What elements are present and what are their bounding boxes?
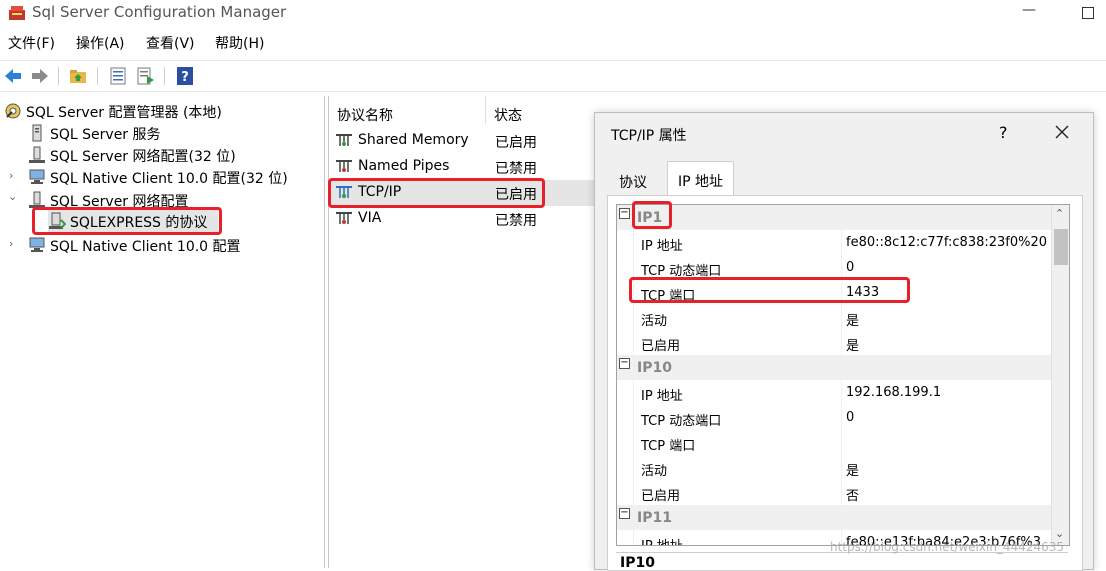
property-row[interactable]: 已启用 是	[617, 330, 1051, 355]
column-header-protocol-name[interactable]: 协议名称	[329, 96, 486, 124]
property-row[interactable]: TCP 动态端口 0	[617, 255, 1051, 280]
network-config-icon	[28, 191, 46, 209]
menu-help[interactable]: 帮助(H)	[215, 33, 264, 53]
vertical-scrollbar[interactable]: ⌃ ⌄	[1051, 205, 1069, 545]
property-row[interactable]: TCP 动态端口 0	[617, 405, 1051, 430]
property-row[interactable]: IP 地址 192.168.199.1	[617, 380, 1051, 405]
tree-expander[interactable]: ›	[9, 169, 13, 182]
list-row-via[interactable]: VIA 已禁用	[329, 206, 609, 232]
group-ip10[interactable]: − IP10	[617, 355, 1051, 380]
protocol-list: 协议名称 状态 Shared Memory 已启用 Named Pipes 已禁…	[328, 96, 609, 568]
app-icon	[8, 4, 26, 22]
config-manager-icon	[4, 102, 22, 120]
toolbar-separator	[97, 67, 98, 85]
description-panel: IP10	[616, 552, 1068, 571]
protocol-icon	[335, 184, 353, 200]
group-ip11[interactable]: − IP11	[617, 505, 1051, 530]
tab-protocol[interactable]: 协议	[609, 167, 657, 195]
toolbar-separator	[58, 67, 59, 85]
minimize-button[interactable]: —	[1018, 2, 1040, 24]
property-row[interactable]: TCP 端口	[617, 430, 1051, 455]
protocol-icon	[335, 210, 353, 226]
collapse-icon[interactable]: −	[619, 358, 630, 369]
tab-ip-address[interactable]: IP 地址	[667, 161, 735, 195]
scroll-down-icon[interactable]: ⌄	[1055, 527, 1064, 540]
description-title: IP10	[620, 555, 655, 571]
menu-file[interactable]: 文件(F)	[8, 33, 55, 53]
export-list-icon[interactable]	[136, 66, 156, 86]
server-service-icon	[28, 124, 46, 142]
scroll-up-icon[interactable]: ⌃	[1055, 207, 1064, 220]
dialog-help-button[interactable]: ?	[999, 123, 1008, 142]
properties-icon[interactable]	[108, 66, 128, 86]
property-row-tcp-port[interactable]: TCP 端口 1433	[617, 280, 1051, 305]
group-ip1[interactable]: − IP1	[617, 205, 1051, 230]
forward-arrow-icon[interactable]	[30, 66, 50, 86]
window-title: Sql Server Configuration Manager	[32, 3, 287, 21]
tree-expander[interactable]: ›	[9, 237, 13, 250]
collapse-icon[interactable]: −	[619, 508, 630, 519]
list-row-named-pipes[interactable]: Named Pipes 已禁用	[329, 154, 609, 180]
client-config-icon	[28, 236, 46, 254]
svg-text:?: ?	[181, 70, 189, 85]
ip-address-tab-panel: − IP1 IP 地址 fe80::8c12:c77f:c838:23f0%20…	[607, 195, 1083, 571]
property-row[interactable]: IP 地址 fe80::8c12:c77f:c838:23f0%20	[617, 230, 1051, 255]
list-row-tcp-ip[interactable]: TCP/IP 已启用	[329, 180, 609, 206]
watermark: https://blog.csdn.net/weixin_44424635	[830, 540, 1065, 554]
protocols-icon	[48, 212, 67, 230]
protocol-icon	[335, 132, 353, 148]
up-folder-icon[interactable]	[68, 66, 88, 86]
list-row-shared-memory[interactable]: Shared Memory 已启用	[329, 128, 609, 154]
protocol-icon	[335, 158, 353, 174]
tcpip-properties-dialog: TCP/IP 属性 ? 协议 IP 地址 − IP1 IP 地址 fe80::8…	[594, 112, 1094, 571]
dialog-title: TCP/IP 属性	[611, 128, 687, 144]
column-header-state[interactable]: 状态	[486, 96, 609, 124]
scrollbar-thumb[interactable]	[1054, 229, 1068, 265]
property-grid[interactable]: − IP1 IP 地址 fe80::8c12:c77f:c838:23f0%20…	[616, 204, 1070, 546]
toolbar: ?	[0, 60, 1106, 92]
help-icon[interactable]: ?	[175, 66, 195, 86]
property-row[interactable]: 已启用 否	[617, 480, 1051, 505]
back-arrow-icon[interactable]	[3, 66, 23, 86]
console-tree: SQL Server 配置管理器 (本地) SQL Server 服务 SQL …	[0, 96, 325, 568]
maximize-icon	[1082, 7, 1094, 19]
property-row[interactable]: 活动 是	[617, 305, 1051, 330]
network-config-icon	[28, 146, 46, 164]
title-bar: Sql Server Configuration Manager —	[0, 0, 1106, 28]
tree-item-sqlexpress-protocols[interactable]: SQLEXPRESS 的协议	[48, 210, 218, 232]
property-row[interactable]: 活动 是	[617, 455, 1051, 480]
menu-view[interactable]: 查看(V)	[146, 33, 195, 53]
close-icon[interactable]	[1051, 121, 1073, 143]
menu-action[interactable]: 操作(A)	[76, 33, 125, 53]
client-config-icon	[28, 168, 46, 186]
tree-expander[interactable]: ⌄	[8, 190, 17, 203]
toolbar-separator	[164, 67, 165, 85]
maximize-button[interactable]	[1076, 2, 1098, 24]
collapse-icon[interactable]: −	[619, 208, 630, 219]
